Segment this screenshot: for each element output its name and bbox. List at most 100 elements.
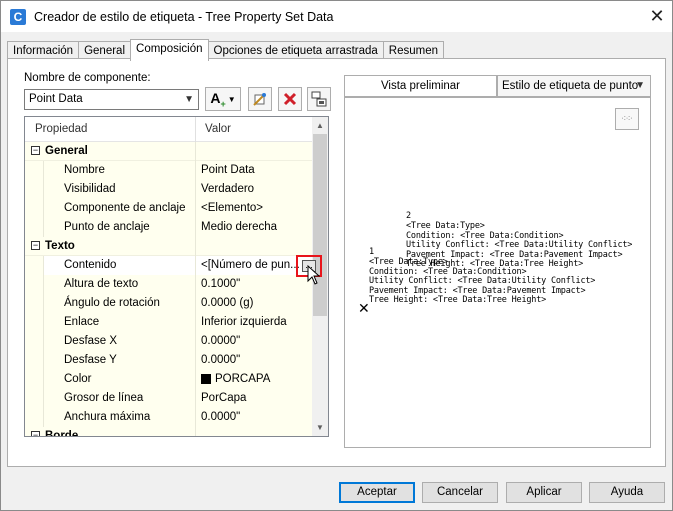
title-bar[interactable]: C Creador de estilo de etiqueta - Tree P… xyxy=(1,1,672,32)
property-value[interactable]: Inferior izquierda xyxy=(195,313,313,332)
property-row[interactable]: Altura de texto 0.1000" xyxy=(25,275,313,294)
property-row[interactable]: Color PORCAPA xyxy=(25,370,313,389)
mouse-cursor-icon xyxy=(307,264,321,290)
add-text-icon: A+ xyxy=(210,89,226,109)
property-value[interactable]: Verdadero xyxy=(195,180,313,199)
property-row[interactable]: Visibilidad Verdadero xyxy=(25,180,313,199)
property-value[interactable]: 0.1000" xyxy=(195,275,313,294)
header-value: Valor xyxy=(205,123,231,135)
property-value[interactable]: PorCapa xyxy=(195,389,313,408)
property-value[interactable]: 0.0000 (g) xyxy=(195,294,313,313)
property-value[interactable]: 0.0000" xyxy=(195,351,313,370)
category-value xyxy=(195,237,313,256)
collapse-icon[interactable]: − xyxy=(31,146,40,156)
chevron-down-icon: ▼ xyxy=(184,94,194,105)
tab-vista-preliminar[interactable]: Vista preliminar xyxy=(344,75,497,97)
category-label[interactable]: − Texto xyxy=(25,237,195,256)
grid-rows: − General Nombre Point Data Visibilidad Verda… xyxy=(25,142,313,436)
component-name-select[interactable]: Point Data ▼ xyxy=(24,89,199,110)
property-value-text: PORCAPA xyxy=(215,373,271,385)
property-name[interactable]: Grosor de línea xyxy=(43,389,195,408)
scroll-down-icon[interactable]: ▼ xyxy=(312,419,328,436)
property-row[interactable]: Desfase Y 0.0000" xyxy=(25,351,313,370)
preview-zoom-icon[interactable]: ·:·:· xyxy=(615,108,639,130)
property-name[interactable]: Color xyxy=(43,370,195,389)
property-value[interactable]: 0.0000" xyxy=(195,332,313,351)
category-row[interactable]: − Texto xyxy=(25,237,313,256)
chevron-down-icon: ▼ xyxy=(635,80,645,91)
preview-style-select[interactable]: Estilo de etiqueta de punto ▼ xyxy=(497,75,651,97)
row-gutter xyxy=(25,313,43,332)
lower-label-line: Tree Height: <Tree Data:Tree Height> xyxy=(369,295,547,305)
row-gutter xyxy=(25,332,43,351)
row-gutter xyxy=(25,408,43,427)
property-row[interactable]: Componente de anclaje <Elemento> xyxy=(25,199,313,218)
property-row[interactable]: Contenido <[Número de pun... xyxy=(25,256,313,275)
category-value xyxy=(195,142,313,161)
draw-order-icon xyxy=(311,91,327,107)
property-name[interactable]: Desfase X xyxy=(43,332,195,351)
draw-order-button[interactable] xyxy=(307,87,331,111)
header-property: Propiedad xyxy=(35,123,88,135)
property-row[interactable]: Grosor de línea PorCapa xyxy=(25,389,313,408)
property-value[interactable]: Point Data xyxy=(195,161,313,180)
grid-header: Propiedad Valor xyxy=(25,117,313,142)
property-row[interactable]: Punto de anclaje Medio derecha xyxy=(25,218,313,237)
property-name[interactable]: Desfase Y xyxy=(43,351,195,370)
category-row[interactable]: − General xyxy=(25,142,313,161)
point-marker-icon: ✕ xyxy=(358,300,370,316)
property-name[interactable]: Ángulo de rotación xyxy=(43,294,195,313)
row-gutter xyxy=(25,180,43,199)
property-value[interactable]: Medio derecha xyxy=(195,218,313,237)
help-button[interactable]: Ayuda xyxy=(589,482,665,503)
scroll-up-icon[interactable]: ▲ xyxy=(312,117,328,134)
tab-composicion[interactable]: Composición xyxy=(130,39,209,61)
dialog-window: C Creador de estilo de etiqueta - Tree P… xyxy=(0,0,673,511)
category-value xyxy=(195,427,313,436)
property-name[interactable]: Punto de anclaje xyxy=(43,218,195,237)
row-gutter xyxy=(25,294,43,313)
property-value[interactable]: 0.0000" xyxy=(195,408,313,427)
category-row[interactable]: − Borde xyxy=(25,427,313,436)
tab-strip: Información General Composición Opciones… xyxy=(7,39,445,61)
delete-icon xyxy=(283,92,297,106)
delete-component-button[interactable] xyxy=(278,87,302,111)
row-gutter xyxy=(25,351,43,370)
copy-component-button[interactable] xyxy=(248,87,272,111)
row-gutter xyxy=(25,275,43,294)
category-label[interactable]: − Borde xyxy=(25,427,195,436)
property-value[interactable]: PORCAPA xyxy=(195,370,313,389)
component-name-value: Point Data xyxy=(29,93,83,105)
cancel-button[interactable]: Cancelar xyxy=(422,482,498,503)
property-name[interactable]: Enlace xyxy=(43,313,195,332)
add-component-button[interactable]: A+ ▼ xyxy=(205,87,241,111)
property-row[interactable]: Nombre Point Data xyxy=(25,161,313,180)
property-name[interactable]: Contenido xyxy=(43,256,195,275)
property-name[interactable]: Visibilidad xyxy=(43,180,195,199)
property-name[interactable]: Componente de anclaje xyxy=(43,199,195,218)
color-swatch-icon xyxy=(201,373,211,384)
property-value[interactable]: <Elemento> xyxy=(195,199,313,218)
chevron-down-icon: ▼ xyxy=(227,94,236,104)
component-name-label: Nombre de componente: xyxy=(24,72,151,84)
row-gutter xyxy=(25,199,43,218)
property-name[interactable]: Anchura máxima xyxy=(43,408,195,427)
accept-button[interactable]: Aceptar xyxy=(339,482,415,503)
preview-canvas[interactable]: ·:·:· 2 <Tree Data:Type> Condition: <Tre… xyxy=(344,97,651,448)
collapse-icon[interactable]: − xyxy=(31,241,40,251)
apply-button[interactable]: Aplicar xyxy=(506,482,582,503)
preview-style-value: Estilo de etiqueta de punto xyxy=(502,80,639,92)
property-row[interactable]: Desfase X 0.0000" xyxy=(25,332,313,351)
property-name[interactable]: Altura de texto xyxy=(43,275,195,294)
row-gutter xyxy=(25,218,43,237)
close-icon[interactable]: ✕ xyxy=(642,1,672,32)
category-text: Texto xyxy=(45,240,75,252)
property-row[interactable]: Enlace Inferior izquierda xyxy=(25,313,313,332)
property-row[interactable]: Ángulo de rotación 0.0000 (g) xyxy=(25,294,313,313)
category-text: General xyxy=(45,145,88,157)
category-label[interactable]: − General xyxy=(25,142,195,161)
collapse-icon[interactable]: − xyxy=(31,431,40,436)
property-name[interactable]: Nombre xyxy=(43,161,195,180)
app-icon: C xyxy=(10,8,26,25)
property-row[interactable]: Anchura máxima 0.0000" xyxy=(25,408,313,427)
